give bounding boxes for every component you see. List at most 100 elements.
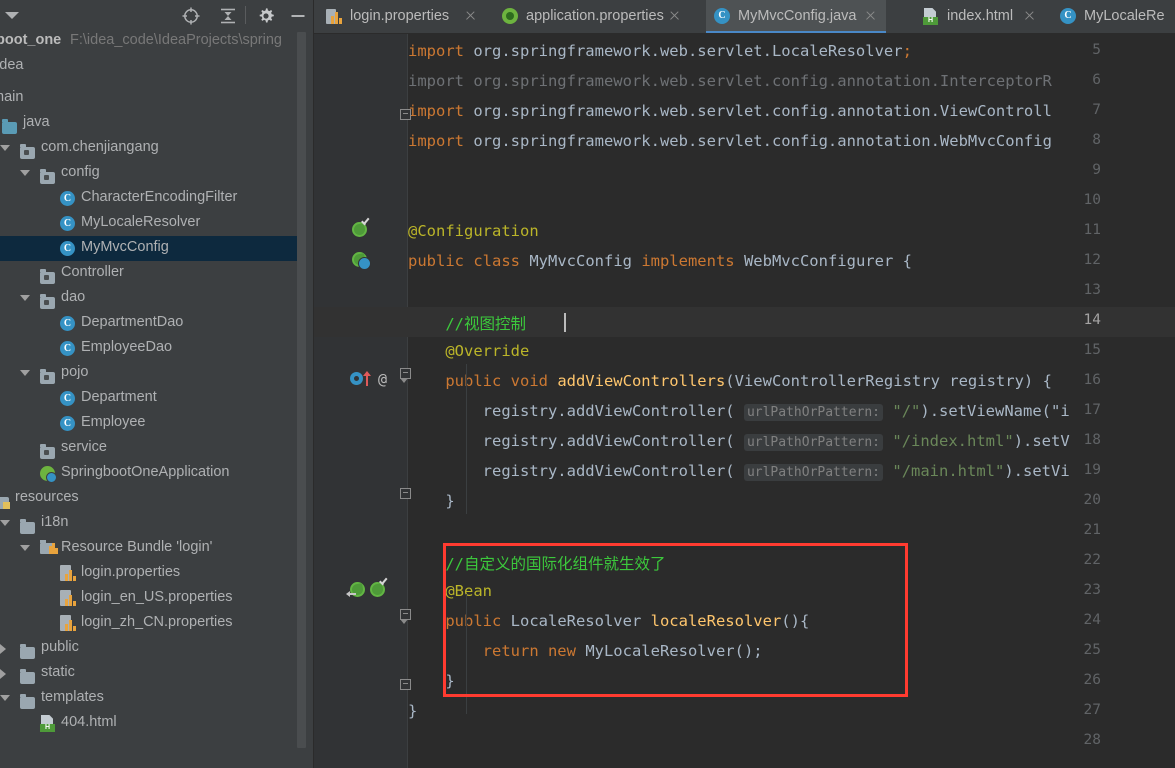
- tree-item-label: CharacterEncodingFilter: [81, 189, 238, 205]
- chevron-down-icon[interactable]: [20, 295, 30, 301]
- resource-bundle-icon: [40, 540, 58, 556]
- tree-item-department[interactable]: C Department: [0, 386, 306, 411]
- editor-tab-bar[interactable]: login.properties application.properties C M…: [314, 0, 1175, 34]
- editor-tab-index-html[interactable]: Hindex.html: [915, 0, 1045, 34]
- line-number: 22: [1083, 552, 1101, 568]
- tree-item-404-html[interactable]: H 404.html: [0, 711, 306, 736]
- tree-item-mymvcconfig[interactable]: C MyMvcConfig: [0, 236, 306, 261]
- chevron-right-icon[interactable]: [0, 669, 6, 679]
- tree-item-label: Controller: [61, 264, 124, 280]
- tree-item-label: MyLocaleResolver: [81, 214, 201, 230]
- chevron-down-icon[interactable]: [0, 695, 10, 701]
- properties-icon: [326, 8, 343, 25]
- fold-marker-method-start[interactable]: [400, 368, 411, 383]
- tree-item-characterencodingfilter[interactable]: C CharacterEncodingFilter: [0, 186, 306, 211]
- locate-icon[interactable]: [181, 6, 201, 26]
- tree-item-resources[interactable]: resources: [0, 486, 306, 511]
- chevron-down-icon[interactable]: [20, 170, 30, 176]
- editor-tab-login-properties[interactable]: login.properties: [318, 0, 486, 34]
- line-number: 17: [1083, 402, 1101, 418]
- code-line: public void addViewControllers(ViewContr…: [408, 372, 1052, 390]
- tree-item-label: login_zh_CN.properties: [81, 614, 233, 630]
- tree-item-public[interactable]: public: [0, 636, 306, 661]
- minimize-icon[interactable]: [288, 6, 308, 26]
- java-class-icon: C: [60, 391, 75, 406]
- fold-marker-bean-start[interactable]: [400, 609, 411, 624]
- line-number: 28: [1083, 732, 1101, 748]
- tree-item-login-en-us-properties[interactable]: login_en_US.properties: [0, 586, 306, 611]
- tree-item-controller[interactable]: Controller: [0, 261, 306, 286]
- project-path: F:\idea_code\IdeaProjects\spring: [70, 32, 282, 48]
- line-number: 14: [1083, 312, 1101, 328]
- chevron-right-icon[interactable]: [0, 644, 6, 654]
- tree-item-mylocaleresolver[interactable]: C MyLocaleResolver: [0, 211, 306, 236]
- red-annotation-box: [443, 543, 908, 697]
- package-icon: [40, 165, 57, 184]
- tree-item-main[interactable]: main: [0, 86, 306, 111]
- chevron-down-icon[interactable]: [0, 145, 10, 151]
- tree-item-springbootoneapplication[interactable]: SpringbootOneApplication: [0, 461, 306, 486]
- gear-icon[interactable]: [256, 6, 276, 26]
- code-line: @Configuration: [408, 222, 539, 240]
- tree-item-employeedao[interactable]: C EmployeeDao: [0, 336, 306, 361]
- tree-item-label: Employee: [81, 414, 146, 430]
- fold-marker-method-end[interactable]: [400, 483, 411, 499]
- editor-tab-mylocalere[interactable]: C MyLocaleRe: [1052, 0, 1175, 34]
- fold-marker-bean-end[interactable]: [400, 674, 411, 690]
- package-icon: [20, 140, 37, 159]
- project-tree[interactable]: boot_one F:\idea_code\IdeaProjects\sprin…: [0, 30, 314, 768]
- tree-item-com-chenjiangang[interactable]: com.chenjiangang: [0, 136, 306, 161]
- tree-item-login-properties[interactable]: login.properties: [0, 561, 306, 586]
- tree-item-config[interactable]: config: [0, 161, 306, 186]
- resources-folder-icon: [0, 490, 11, 509]
- tree-item-java[interactable]: java: [0, 111, 306, 136]
- tree-item-label: java: [23, 114, 50, 130]
- toolbar-divider: [245, 6, 246, 24]
- line-number: 19: [1083, 462, 1101, 478]
- java-class-icon: C: [60, 241, 75, 256]
- tree-item-label: service: [61, 439, 107, 455]
- tree-item-employee[interactable]: C Employee: [0, 411, 306, 436]
- project-root-row[interactable]: boot_one F:\idea_code\IdeaProjects\sprin…: [0, 30, 306, 80]
- folder-icon: [20, 690, 37, 709]
- tree-item-templates[interactable]: templates: [0, 686, 306, 711]
- editor-gutter[interactable]: [314, 34, 408, 768]
- chevron-down-icon[interactable]: [20, 370, 30, 376]
- collapse-all-icon[interactable]: [218, 6, 238, 26]
- code-line: //视图控制: [408, 315, 526, 333]
- tree-item-label: resources: [15, 489, 79, 505]
- line-number: 18: [1083, 432, 1101, 448]
- editor-tab-application-properties[interactable]: application.properties: [494, 0, 690, 34]
- project-view-dropdown[interactable]: [4, 8, 22, 22]
- tree-item-departmentdao[interactable]: C DepartmentDao: [0, 311, 306, 336]
- tree-item-resource-bundle-login[interactable]: Resource Bundle 'login': [0, 536, 306, 561]
- line-number: 21: [1083, 522, 1101, 538]
- code-line: public class MyMvcConfig implements WebM…: [408, 252, 912, 270]
- tab-close-icon[interactable]: [1023, 10, 1035, 22]
- java-class-icon: C: [60, 191, 75, 206]
- editor-tab-mymvcconfig-java[interactable]: C MyMvcConfig.java: [706, 0, 886, 34]
- code-line: import org.springframework.web.servlet.c…: [408, 72, 1052, 90]
- tree-item-label: Department: [81, 389, 157, 405]
- tab-close-icon[interactable]: [668, 10, 680, 22]
- class-icon: C: [714, 8, 731, 25]
- line-number: 26: [1083, 672, 1101, 688]
- tree-item-service[interactable]: service: [0, 436, 306, 461]
- tab-close-icon[interactable]: [464, 10, 476, 22]
- code-line: import org.springframework.web.servlet.c…: [408, 132, 1052, 150]
- tree-item-pojo[interactable]: pojo: [0, 361, 306, 386]
- tree-item-label: i18n: [41, 514, 69, 530]
- tree-item-static[interactable]: static: [0, 661, 306, 686]
- package-icon: [40, 290, 57, 309]
- chevron-down-icon[interactable]: [0, 520, 10, 526]
- chevron-down-icon[interactable]: [20, 545, 30, 551]
- tree-item-login-zh-cn-properties[interactable]: login_zh_CN.properties: [0, 611, 306, 636]
- line-number: 24: [1083, 612, 1101, 628]
- folder-icon: [20, 515, 37, 534]
- fold-marker-imports[interactable]: [400, 109, 411, 124]
- tree-item-i18n[interactable]: i18n: [0, 511, 306, 536]
- sidebar-scrollbar[interactable]: [297, 32, 306, 748]
- tab-close-icon[interactable]: [864, 10, 876, 22]
- code-line: import org.springframework.web.servlet.L…: [408, 42, 912, 60]
- tree-item-dao[interactable]: dao: [0, 286, 306, 311]
